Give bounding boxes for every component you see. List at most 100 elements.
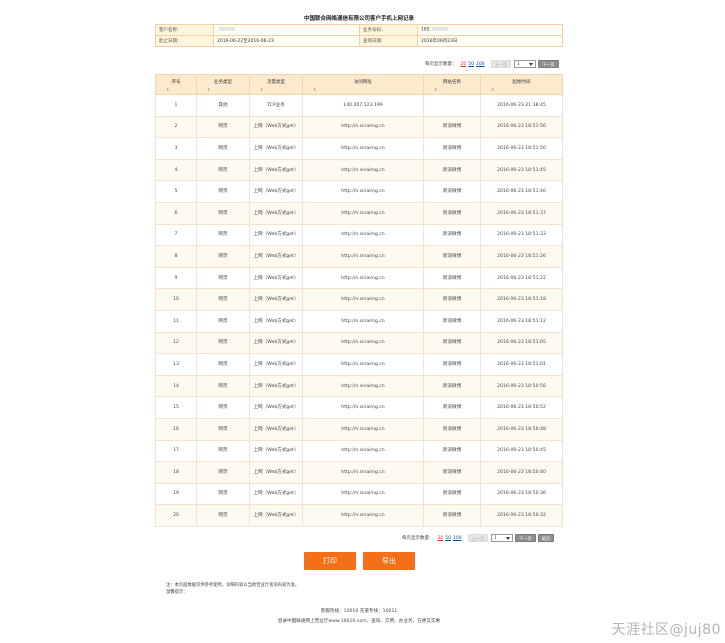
page-select[interactable]: 1 [491, 534, 514, 542]
cell-biz-type: 网页 [196, 504, 250, 527]
cell-traffic-type: 上网（Web方式get） [249, 223, 303, 247]
table-row: 17 网页 上网（Web方式get） http://n.sinaimg.cn 新浪微博 2… [155, 439, 563, 463]
cell-biz-type: 网页 [196, 461, 250, 484]
sort-icon[interactable]: ⇕ [260, 87, 263, 92]
cell-url: http://n.sinaimg.cn [302, 504, 424, 527]
cell-traffic-type: 上网（Web方式get） [249, 288, 303, 311]
next-page-button[interactable]: 下一页 [538, 60, 559, 68]
cell-start-time: 2016-06-23 18:50:40 [480, 461, 563, 484]
cell-biz-type: 网页 [196, 180, 250, 203]
cell-traffic-type: 上网（Web方式get） [249, 180, 303, 203]
header-start-time[interactable]: 起始时间 ⇕ [480, 74, 563, 95]
sort-icon[interactable]: ⇕ [313, 87, 316, 92]
cell-traffic-type: 上网（Web方式get） [249, 396, 303, 419]
cell-no: 3 [155, 137, 197, 160]
cell-biz-type: 网页 [196, 482, 250, 506]
business-no-value: 185 [417, 24, 563, 36]
cell-site-name: 新浪微博 [423, 396, 481, 419]
query-date-label: 查询日期： [359, 35, 418, 47]
cell-start-time: 2016-06-23 18:51:37 [480, 201, 563, 225]
cell-traffic-type: 上网（Web方式get） [249, 245, 303, 268]
cell-url: http://n.sinaimg.cn [302, 353, 424, 376]
cell-start-time: 2016-06-23 18:51:26 [480, 245, 563, 268]
page-size-50[interactable]: 50 [445, 536, 451, 541]
cell-biz-type: 网页 [196, 158, 250, 182]
cell-no: 20 [155, 504, 197, 527]
cell-biz-type: 网页 [196, 353, 250, 376]
cell-site-name: 新浪微博 [423, 439, 481, 463]
print-button[interactable]: 打印 [304, 552, 356, 570]
prev-page-button[interactable]: 上一页 [490, 60, 512, 68]
sort-icon[interactable]: ⇕ [207, 87, 210, 92]
cell-site-name: 新浪微博 [423, 180, 481, 203]
header-no[interactable]: 序号 ⇕ [155, 74, 197, 95]
sort-icon[interactable]: ⇕ [434, 87, 437, 92]
cell-site-name: 新浪微博 [423, 266, 481, 290]
cell-no: 17 [155, 439, 197, 463]
header-site-name[interactable]: 网站名称 ⇕ [423, 74, 481, 95]
cell-traffic-type: TCP业务 [249, 94, 303, 117]
customer-name-value [213, 24, 360, 36]
header-url[interactable]: 访问网址 ⇕ [302, 74, 424, 95]
cell-biz-type: 网页 [196, 288, 250, 311]
next-page-button[interactable]: 下一页 [515, 534, 536, 542]
cell-start-time: 2016-06-23 18:50:52 [480, 396, 563, 419]
cell-no: 12 [155, 331, 197, 355]
disclaimer-text: 注：本页面数据仅供参考使用，详细内容以当地营业厅查询内容为准。 [166, 583, 300, 588]
page-size-50[interactable]: 50 [468, 62, 474, 67]
page-size-100[interactable]: 100 [476, 62, 485, 67]
sort-icon[interactable]: ⇕ [166, 87, 169, 92]
cell-no: 8 [155, 245, 197, 268]
page-size-20[interactable]: 20 [438, 536, 444, 541]
cell-site-name: 新浪微博 [423, 374, 481, 398]
cell-traffic-type: 上网（Web方式get） [249, 504, 303, 527]
cell-no: 5 [155, 180, 197, 203]
table-row: 11 网页 上网（Web方式get） http://n.sinaimg.cn 新浪微博 2… [155, 309, 563, 333]
cell-site-name: 新浪微博 [423, 158, 481, 182]
table-row: 4 网页 上网（Web方式get） http://n.sinaimg.cn 新浪微博 20… [155, 158, 563, 182]
export-button[interactable]: 导出 [363, 552, 415, 570]
cell-start-time: 2016-06-23 21:38:45 [480, 94, 563, 117]
cell-traffic-type: 上网（Web方式get） [249, 439, 303, 463]
page: 中国联合网络通信有限公司客户手机上网记录 客户名称： 业务号码： 185 起止日… [0, 0, 725, 643]
page-title: 中国联合网络通信有限公司客户手机上网记录 [303, 16, 414, 22]
sort-icon[interactable]: ⇕ [491, 87, 494, 92]
watermark: 天涯社区@juj80 [611, 622, 721, 638]
cell-start-time: 2016-06-23 18:51:12 [480, 309, 563, 333]
page-size-100[interactable]: 100 [453, 536, 462, 541]
cell-url: http://n.sinaimg.cn [302, 417, 424, 441]
cell-url: http://n.sinaimg.cn [302, 482, 424, 506]
page-select[interactable]: 1 [514, 60, 537, 68]
cell-site-name: 新浪微博 [423, 288, 481, 311]
period-label: 起止日期： [155, 35, 214, 47]
cell-traffic-type: 上网（Web方式get） [249, 461, 303, 484]
query-date-value: 2016年06月23日 [417, 35, 563, 47]
cell-url: http://n.sinaimg.cn [302, 331, 424, 355]
cell-start-time: 2016-06-23 18:51:18 [480, 288, 563, 311]
table-row: 9 网页 上网（Web方式get） http://n.sinaimg.cn 新浪微博 20… [155, 266, 563, 290]
header-traffic-type[interactable]: 流量类型 ⇕ [249, 74, 303, 95]
cell-biz-type: 网页 [196, 223, 250, 247]
bottom-pager: 每页显示数量： 20 50 100 上一页 1 下一页 尾页 [402, 534, 555, 542]
cell-site-name: 新浪微博 [423, 461, 481, 484]
page-size-20[interactable]: 20 [461, 62, 467, 67]
cell-url: http://n.sinaimg.cn [302, 223, 424, 247]
cell-start-time: 2016-06-23 18:50:56 [480, 374, 563, 398]
cell-site-name: 新浪微博 [423, 353, 481, 376]
cell-url: http://n.sinaimg.cn [302, 115, 424, 139]
cell-no: 14 [155, 374, 197, 398]
cell-traffic-type: 上网（Web方式get） [249, 115, 303, 139]
redacted-mask [431, 27, 448, 32]
cell-site-name: 新浪微博 [423, 223, 481, 247]
prev-page-button[interactable]: 上一页 [467, 534, 489, 542]
cell-url: 140.207.123.199 [302, 94, 424, 117]
last-page-button[interactable]: 尾页 [537, 534, 555, 542]
tips-label: 温馨提示： [166, 590, 188, 595]
header-biz-type[interactable]: 业务类型 ⇕ [196, 74, 250, 95]
cell-no: 10 [155, 288, 197, 311]
customer-info-table: 客户名称： 业务号码： 185 起止日期： 2016-06-22至2016-06… [155, 24, 563, 47]
table-row: 6 网页 上网（Web方式get） http://n.sinaimg.cn 新浪微博 20… [155, 201, 563, 225]
cell-url: http://n.sinaimg.cn [302, 309, 424, 333]
table-row: 5 网页 上网（Web方式get） http://n.sinaimg.cn 新浪微博 20… [155, 180, 563, 203]
notes: 注：本页面数据仅供参考使用，详细内容以当地营业厅查询内容为准。 温馨提示： [166, 582, 299, 596]
